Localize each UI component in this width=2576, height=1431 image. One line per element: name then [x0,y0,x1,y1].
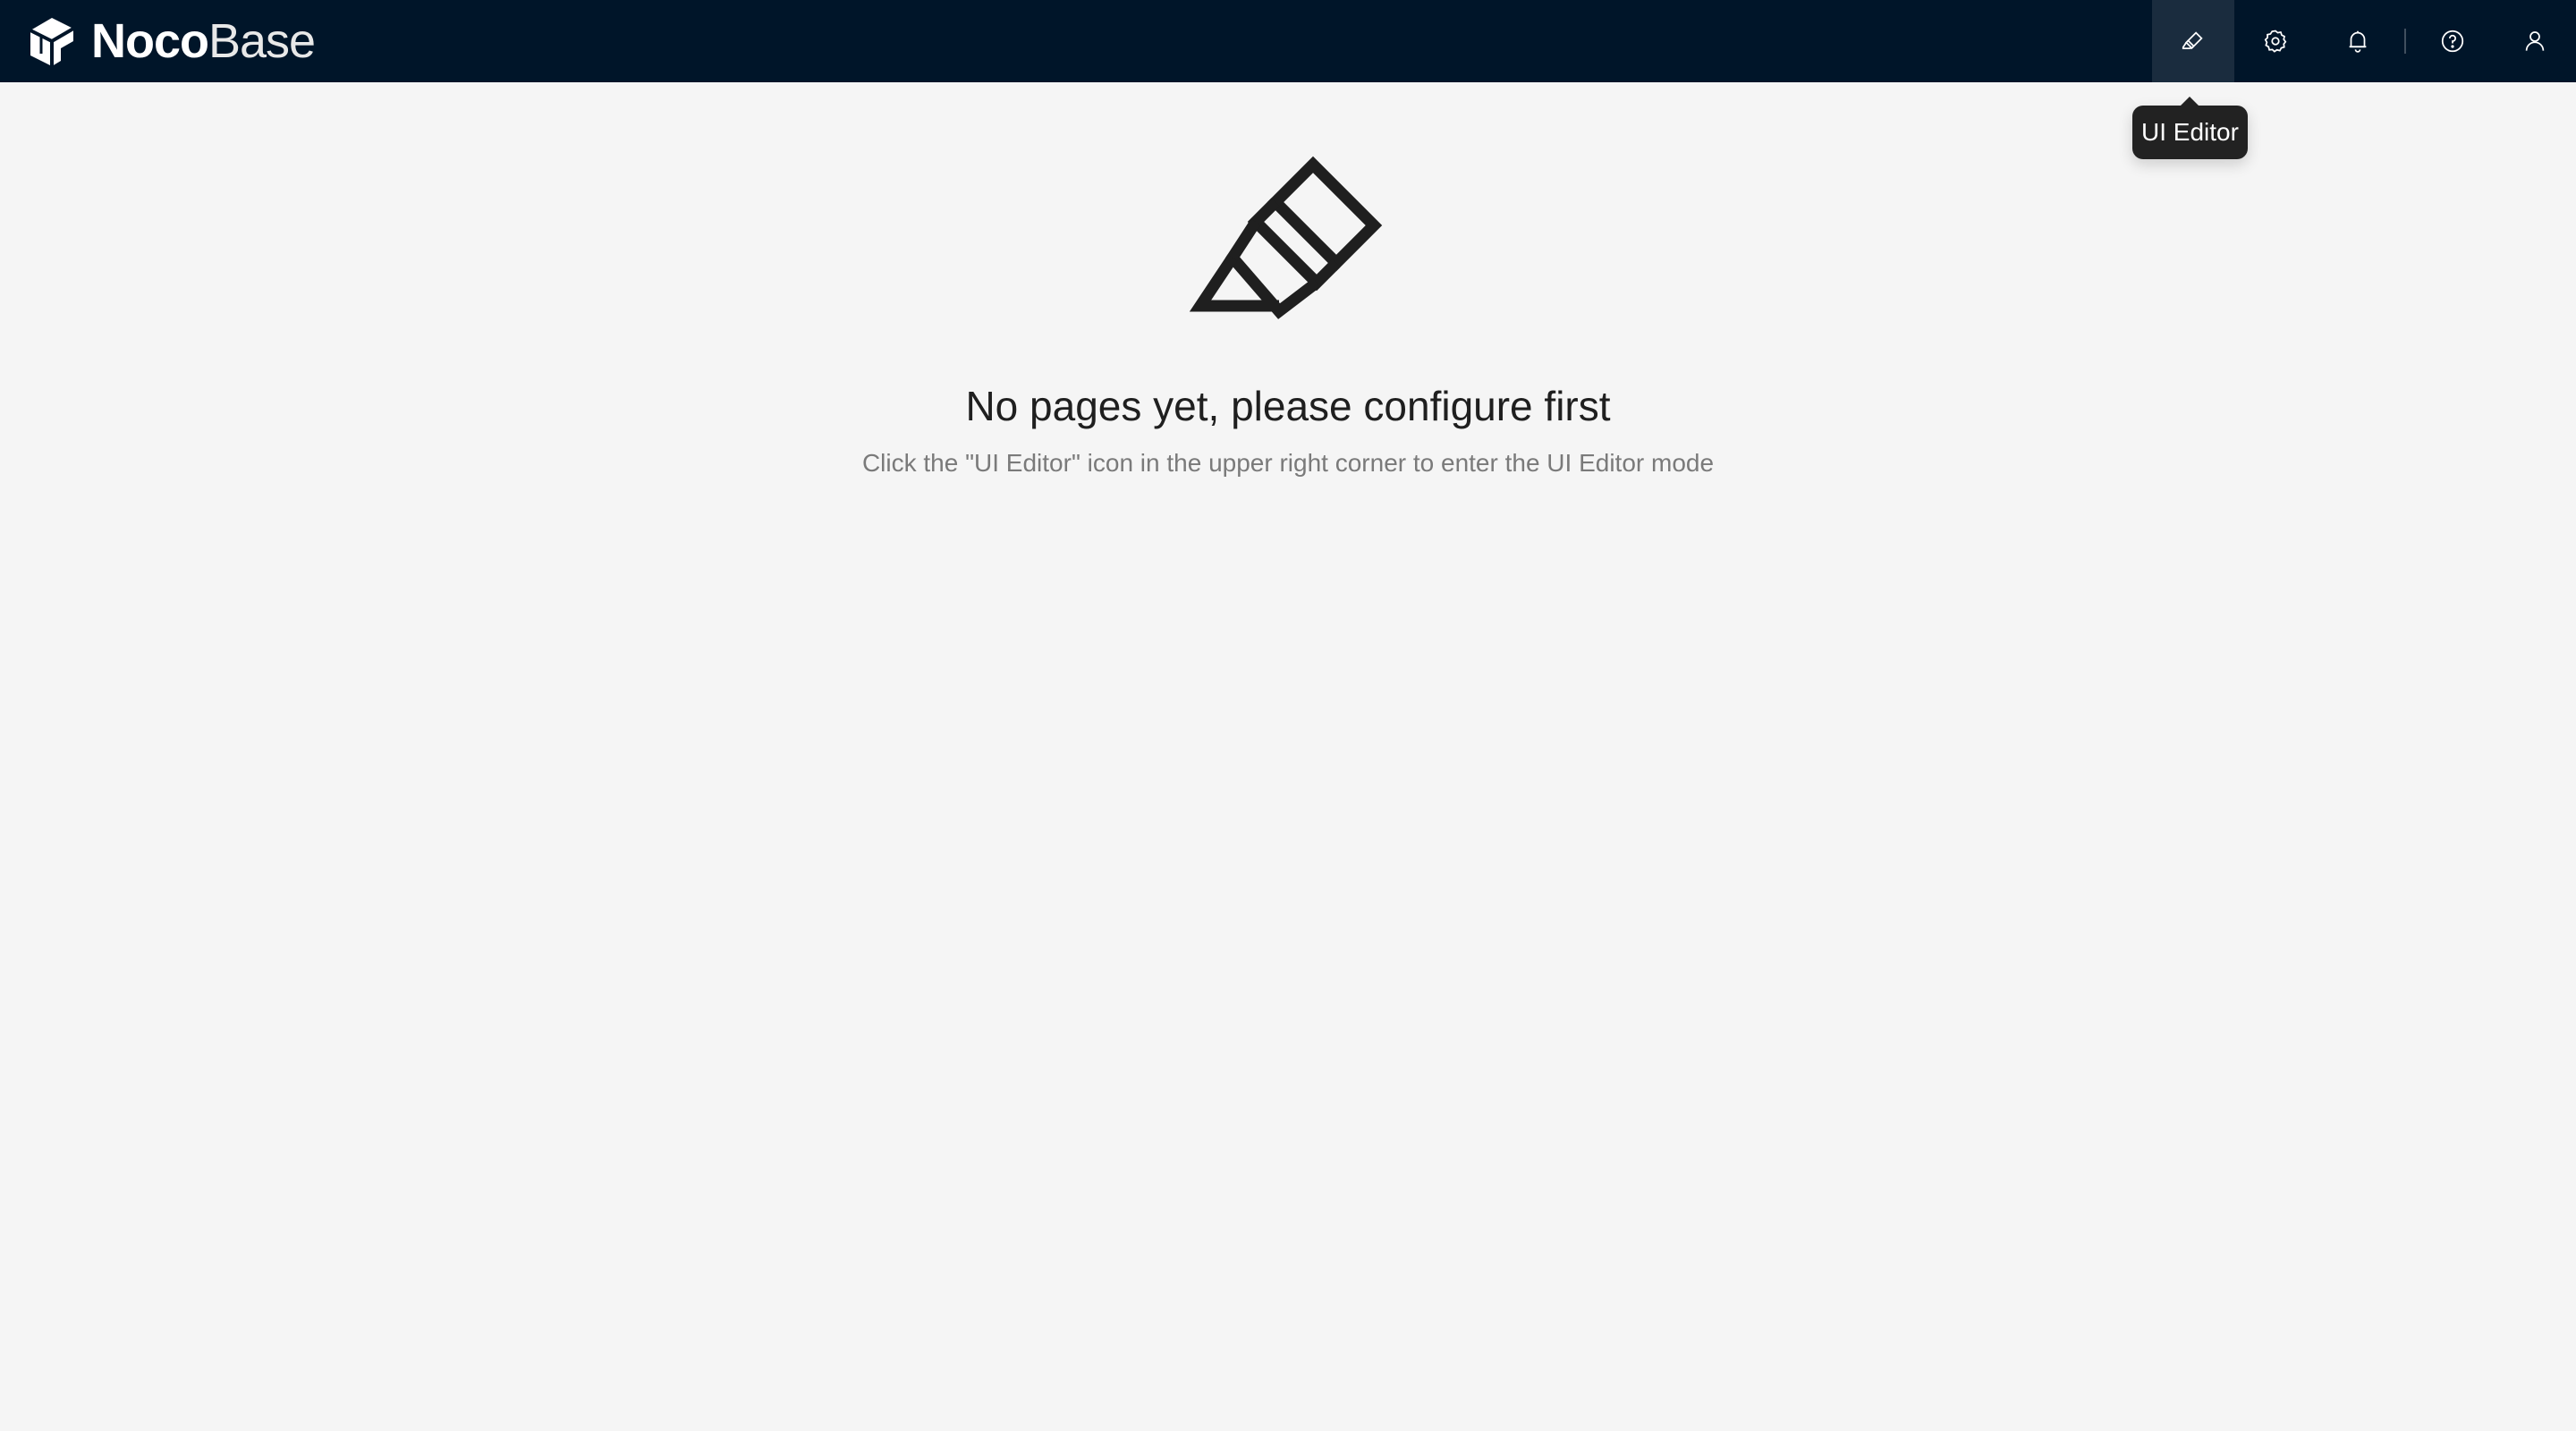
top-header: NocoBase [0,0,2576,82]
help-button[interactable] [2411,0,2494,82]
tooltip-arrow [2181,97,2199,106]
brand-name: NocoBase [91,14,316,68]
settings-button[interactable] [2234,0,2317,82]
header-toolbar [2152,0,2576,82]
gear-icon [2264,30,2287,53]
user-menu-button[interactable] [2494,0,2576,82]
question-circle-icon [2441,30,2464,53]
tooltip-label: UI Editor [2141,118,2239,146]
highlighter-icon [2182,31,2203,49]
nocobase-logo-icon [30,18,75,66]
ui-editor-tooltip: UI Editor [2132,97,2248,159]
empty-title: No pages yet, please configure first [965,383,1611,429]
toolbar-divider [2404,29,2406,54]
brand-name-light: Base [208,14,316,68]
ui-editor-button[interactable] [2152,0,2234,82]
highlighter-icon [1189,156,1383,319]
notifications-button[interactable] [2317,0,2399,82]
empty-description: Click the "UI Editor" icon in the upper … [861,449,1715,477]
user-icon [2525,31,2545,51]
brand-name-bold: Noco [91,14,209,68]
empty-state: No pages yet, please configure first Cli… [0,152,2576,481]
nocobase-logo[interactable]: NocoBase [25,14,316,68]
bell-icon [2349,30,2367,53]
